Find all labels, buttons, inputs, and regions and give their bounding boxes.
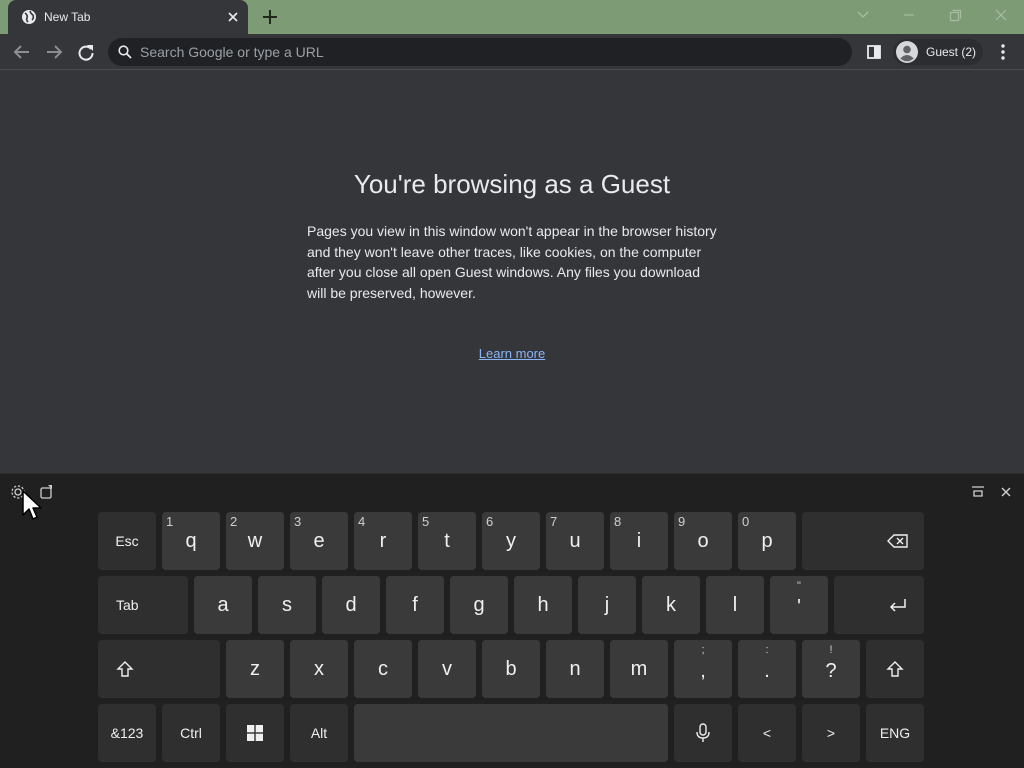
more-menu-icon[interactable] bbox=[993, 42, 1013, 62]
key-f[interactable]: f bbox=[386, 576, 444, 634]
touch-keyboard: Esc 1 q 2 w 3 e 4 r 5 t 6 y 7 u 8 i 9 o … bbox=[0, 473, 1024, 768]
new-tab-page: You're browsing as a Guest Pages you vie… bbox=[0, 71, 1024, 473]
key-n[interactable]: n bbox=[546, 640, 604, 698]
enter-icon bbox=[889, 599, 906, 612]
address-input[interactable] bbox=[140, 38, 830, 66]
key-alt[interactable]: Alt bbox=[290, 704, 348, 762]
key-b[interactable]: b bbox=[482, 640, 540, 698]
microphone-icon bbox=[696, 723, 710, 742]
key-a[interactable]: a bbox=[194, 576, 252, 634]
shift-icon bbox=[886, 661, 904, 677]
tab-search-chevron-icon[interactable] bbox=[850, 4, 876, 26]
key-z[interactable]: z bbox=[226, 640, 284, 698]
key-backspace[interactable] bbox=[802, 512, 924, 570]
learn-more-link[interactable]: Learn more bbox=[0, 346, 1024, 361]
key-space[interactable] bbox=[354, 704, 668, 762]
close-keyboard-icon[interactable] bbox=[996, 482, 1016, 502]
key-l[interactable]: l bbox=[706, 576, 764, 634]
mouse-cursor-icon bbox=[22, 490, 42, 520]
key-language[interactable]: ENG bbox=[866, 704, 924, 762]
profile-button[interactable]: Guest (2) bbox=[893, 39, 983, 65]
key-comma[interactable]: ; , bbox=[674, 640, 732, 698]
key-d[interactable]: d bbox=[322, 576, 380, 634]
key-question[interactable]: ! ? bbox=[802, 640, 860, 698]
key-ctrl[interactable]: Ctrl bbox=[162, 704, 220, 762]
key-x[interactable]: x bbox=[290, 640, 348, 698]
key-q[interactable]: 1 q bbox=[162, 512, 220, 570]
key-i[interactable]: 8 i bbox=[610, 512, 668, 570]
key-t[interactable]: 5 t bbox=[418, 512, 476, 570]
key-v[interactable]: v bbox=[418, 640, 476, 698]
key-microphone[interactable] bbox=[674, 704, 732, 762]
key-w[interactable]: 2 w bbox=[226, 512, 284, 570]
page-title: You're browsing as a Guest bbox=[353, 169, 671, 199]
browser-toolbar: Guest (2) bbox=[0, 34, 1024, 70]
globe-icon bbox=[22, 10, 36, 24]
key-esc[interactable]: Esc bbox=[98, 512, 156, 570]
key-apostrophe[interactable]: " ' bbox=[770, 576, 828, 634]
key-j[interactable]: j bbox=[578, 576, 636, 634]
key-g[interactable]: g bbox=[450, 576, 508, 634]
guest-description: Pages you view in this window won't appe… bbox=[307, 223, 717, 301]
key-o[interactable]: 9 o bbox=[674, 512, 732, 570]
omnibox[interactable] bbox=[108, 38, 852, 66]
minimize-button[interactable] bbox=[896, 4, 922, 26]
key-u[interactable]: 7 u bbox=[546, 512, 604, 570]
side-panel-icon[interactable] bbox=[865, 43, 883, 61]
avatar-icon bbox=[896, 41, 918, 63]
back-button[interactable] bbox=[10, 41, 34, 63]
reload-button[interactable] bbox=[74, 41, 98, 63]
key-e[interactable]: 3 e bbox=[290, 512, 348, 570]
key-h[interactable]: h bbox=[514, 576, 572, 634]
backspace-icon bbox=[887, 534, 908, 548]
dock-keyboard-icon[interactable] bbox=[968, 482, 988, 502]
profile-label: Guest (2) bbox=[926, 45, 977, 59]
key-c[interactable]: c bbox=[354, 640, 412, 698]
windows-icon bbox=[247, 725, 263, 741]
key-r[interactable]: 4 r bbox=[354, 512, 412, 570]
key-enter[interactable] bbox=[834, 576, 924, 634]
close-tab-icon[interactable] bbox=[224, 8, 242, 26]
key-numbers[interactable]: &123 bbox=[98, 704, 156, 762]
key-y[interactable]: 6 y bbox=[482, 512, 540, 570]
key-windows[interactable] bbox=[226, 704, 284, 762]
key-left-arrow[interactable]: < bbox=[738, 704, 796, 762]
close-window-button[interactable] bbox=[988, 4, 1014, 26]
key-tab[interactable]: Tab bbox=[98, 576, 188, 634]
key-right-arrow[interactable]: > bbox=[802, 704, 860, 762]
key-k[interactable]: k bbox=[642, 576, 700, 634]
key-s[interactable]: s bbox=[258, 576, 316, 634]
key-shift-left[interactable] bbox=[98, 640, 220, 698]
key-period[interactable]: : . bbox=[738, 640, 796, 698]
forward-button[interactable] bbox=[42, 41, 66, 63]
new-tab-button[interactable] bbox=[259, 6, 281, 28]
tab-title: New Tab bbox=[44, 10, 91, 24]
shift-icon bbox=[116, 661, 134, 677]
key-m[interactable]: m bbox=[610, 640, 668, 698]
learn-more-label[interactable]: Learn more bbox=[479, 346, 545, 361]
restore-button[interactable] bbox=[942, 4, 968, 26]
title-bar: New Tab bbox=[0, 0, 1024, 34]
search-icon bbox=[118, 45, 132, 59]
browser-tab[interactable]: New Tab bbox=[8, 0, 248, 34]
key-shift-right[interactable] bbox=[866, 640, 924, 698]
key-p[interactable]: 0 p bbox=[738, 512, 796, 570]
